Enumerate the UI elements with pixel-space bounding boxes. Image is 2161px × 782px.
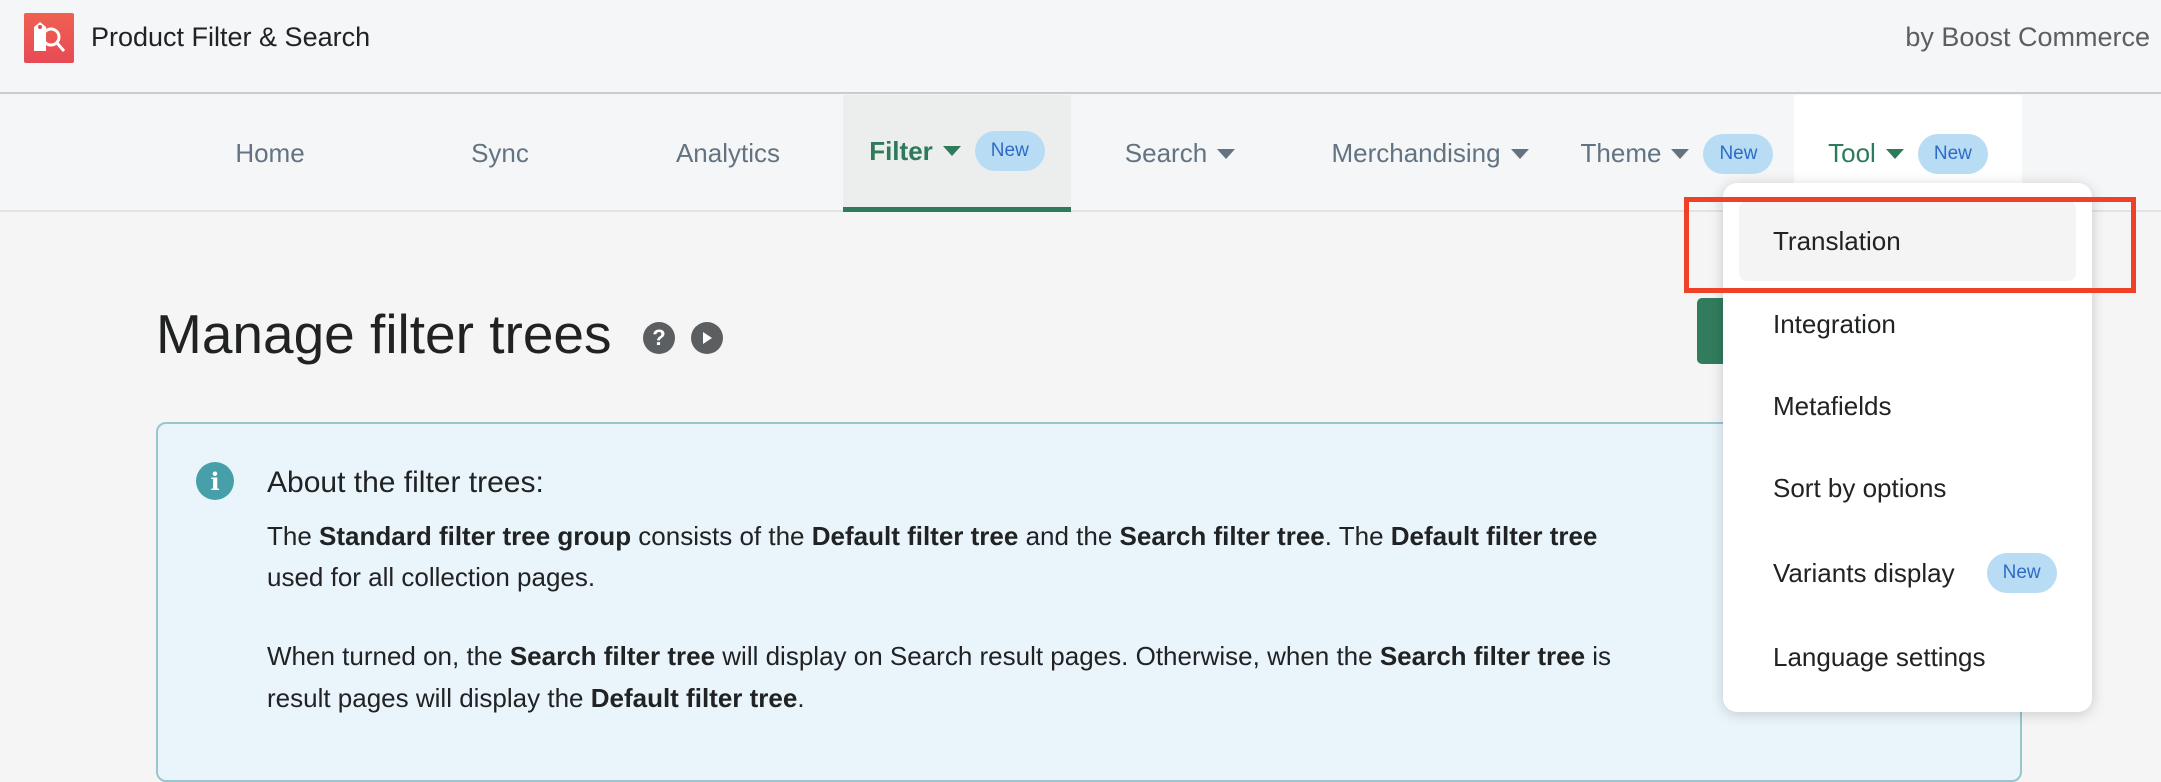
help-icon[interactable]: ? [643,322,675,354]
menu-item-variants-display[interactable]: Variants display New [1739,533,2076,613]
info-line-1: The Standard filter tree group consists … [267,521,1598,551]
page-title: Manage filter trees [156,303,612,365]
nav-label: Tool [1828,138,1876,168]
app-header: Product Filter & Search by Boost Commerc… [0,0,2161,94]
caret-down-icon [1217,148,1236,159]
menu-label: Metafields [1773,390,1892,421]
info-line-3: When turned on, the Search filter tree w… [267,641,1612,671]
new-badge: New [1703,133,1774,174]
vendor-label: by Boost Commerce [1905,22,2150,52]
menu-item-metafields[interactable]: Metafields [1739,366,2076,446]
caret-down-icon [1885,148,1904,159]
menu-item-integration[interactable]: Integration [1739,284,2076,364]
play-video-icon[interactable] [691,322,723,354]
info-icon: i [196,462,234,500]
new-badge: New [1917,133,1988,174]
app-title: Product Filter & Search [91,22,371,52]
menu-label: Integration [1773,308,1896,339]
nav-filter[interactable]: Filter New [843,95,1071,212]
caret-down-icon [942,146,961,156]
nav-label: Search [1124,138,1208,168]
app-logo-icon [24,13,74,63]
nav-label: Sync [471,138,529,168]
menu-label: Variants display [1773,557,1955,588]
nav-label: Home [235,138,305,168]
nav-merchandising[interactable]: Merchandising [1300,95,1560,212]
new-badge: New [1986,553,2057,593]
caret-down-icon [1510,148,1529,159]
menu-item-language-settings[interactable]: Language settings [1739,617,2076,697]
menu-label: Sort by options [1773,472,1947,503]
nav-label: Merchandising [1331,138,1501,168]
nav-label: Theme [1580,138,1662,168]
highlight-box [1684,197,2136,293]
nav-label: Analytics [675,138,781,168]
info-line-2: used for all collection pages. [267,562,596,592]
nav-search[interactable]: Search [1110,95,1250,212]
menu-item-sort-by-options[interactable]: Sort by options [1739,448,2076,528]
info-title: About the filter trees: [267,466,544,499]
nav-sync[interactable]: Sync [430,95,570,212]
nav-analytics[interactable]: Analytics [640,95,816,212]
menu-label: Language settings [1773,641,1986,672]
new-badge: New [974,131,1045,171]
caret-down-icon [1671,148,1690,159]
nav-home[interactable]: Home [200,95,340,212]
nav-label: Filter [869,135,933,166]
info-line-4: result pages will display the Default fi… [267,683,805,713]
